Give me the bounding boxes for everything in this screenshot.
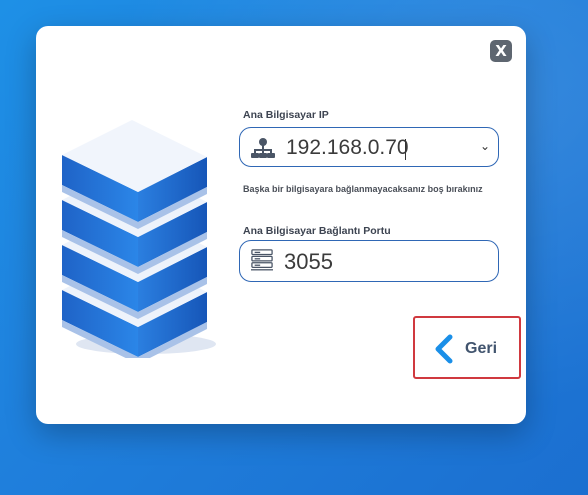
network-icon (251, 138, 275, 158)
host-ip-hint: Başka bir bilgisayara bağlanmayacaksanız… (243, 184, 483, 194)
port-value[interactable]: 3055 (284, 249, 333, 275)
port-input[interactable]: 3055 (239, 240, 499, 282)
host-ip-value[interactable]: 192.168.0.70 (286, 136, 409, 160)
back-button[interactable]: Geri (413, 316, 521, 379)
chevron-left-icon (435, 334, 453, 364)
host-ip-combobox[interactable]: 192.168.0.70 ⌄ (239, 127, 499, 167)
chevron-down-icon[interactable]: ⌄ (480, 139, 490, 153)
connection-settings-dialog: X Ana Bilgisayar IP 192.168.0.70 ⌄ Başka… (36, 26, 526, 424)
host-ip-label: Ana Bilgisayar IP (243, 109, 329, 121)
port-label: Ana Bilgisayar Bağlantı Portu (243, 225, 391, 237)
text-caret (405, 139, 406, 160)
server-rack-icon (251, 249, 273, 271)
close-button[interactable]: X (490, 40, 512, 62)
back-button-label: Geri (465, 340, 498, 357)
server-stack-illustration (62, 120, 216, 358)
